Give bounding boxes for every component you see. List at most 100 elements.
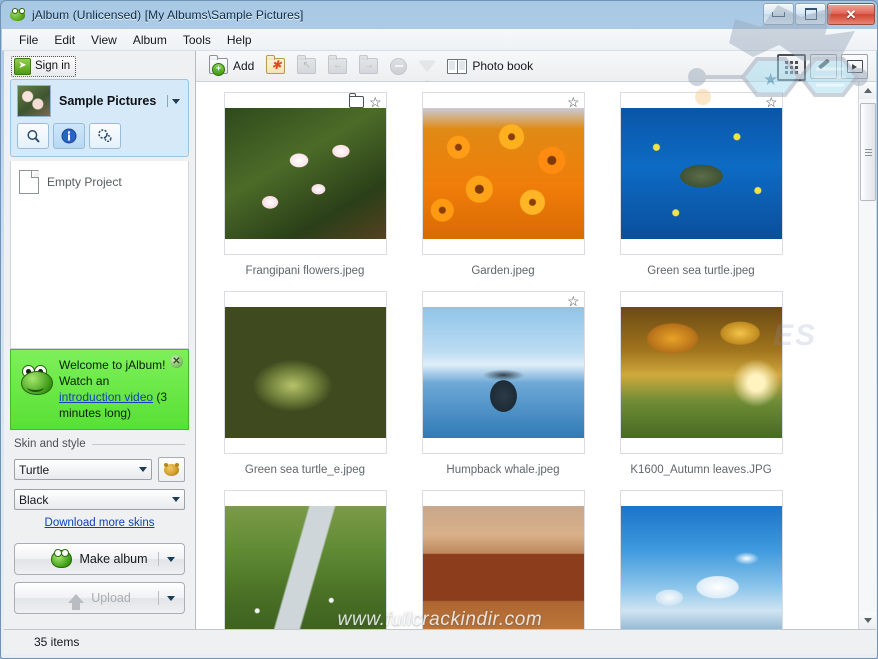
toolbar: + Add ✱ ↖ ← → Photo book <box>196 51 876 86</box>
list-item[interactable]: Empty Project <box>11 167 188 197</box>
info-button[interactable] <box>53 123 85 149</box>
folder-forward-button[interactable]: → <box>354 54 383 78</box>
jalbum-window: jAlbum (Unlicensed) [My Albums\Sample Pi… <box>0 0 878 659</box>
remove-button[interactable] <box>385 54 412 78</box>
list-item[interactable]: K1600_Autumn leaves.JPG <box>602 291 800 476</box>
sidebar: ➤ Sign in Sample Pictures Empty Project … <box>4 51 196 629</box>
menu-view[interactable]: View <box>83 31 125 49</box>
grid-icon <box>785 61 798 74</box>
star-icon[interactable]: ☆ <box>369 95 382 109</box>
album-dropdown-button[interactable] <box>167 95 182 107</box>
folder-up-button[interactable]: ↖ <box>292 54 321 78</box>
grid-view-button[interactable] <box>777 54 806 81</box>
download-more-skins-link[interactable]: Download more skins <box>14 517 185 529</box>
thumbnail-image <box>422 506 584 629</box>
folder-add-icon: + <box>209 55 228 76</box>
new-folder-button[interactable]: ✱ <box>261 54 290 78</box>
thumbnail-box[interactable] <box>619 291 783 454</box>
settings-button[interactable] <box>89 123 121 149</box>
signin-row: ➤ Sign in <box>4 51 195 78</box>
upload-arrow-icon <box>68 593 85 610</box>
star-icon[interactable]: ☆ <box>567 95 580 109</box>
view-mode-group <box>777 54 868 81</box>
triangle-up-icon <box>863 88 872 93</box>
slideshow-view-button[interactable] <box>841 54 868 79</box>
skin-and-style-section: Skin and style Turtle Black Download mor… <box>4 430 195 529</box>
folder-back-button[interactable]: ← <box>323 54 352 78</box>
grip-icon <box>864 148 872 156</box>
upload-button[interactable]: Upload <box>14 582 185 614</box>
status-bar: 35 items <box>4 629 876 654</box>
thumbnail-box[interactable]: ☆ <box>619 92 783 255</box>
thumbnail-box[interactable]: ☆ <box>223 92 387 255</box>
upload-label: Upload <box>91 591 131 605</box>
menu-file[interactable]: File <box>11 31 46 49</box>
minimize-button[interactable] <box>763 3 794 25</box>
scroll-up-button[interactable] <box>859 82 876 99</box>
thumbnail-box[interactable]: ☆ <box>421 291 585 454</box>
info-icon <box>61 128 77 144</box>
sign-in-button[interactable]: ➤ Sign in <box>11 55 77 77</box>
star-icon[interactable]: ☆ <box>765 95 778 109</box>
list-item[interactable]: Green sea turtle_e.jpeg <box>206 291 404 476</box>
close-button[interactable]: ✕ <box>827 3 875 25</box>
photo-book-button[interactable]: Photo book <box>442 54 538 78</box>
filter-button[interactable] <box>414 54 440 86</box>
list-item[interactable]: ☆ Garden.jpeg <box>404 92 602 277</box>
frog-icon <box>19 365 53 395</box>
list-item[interactable]: ☆ Green sea turtle.jpeg <box>602 92 800 277</box>
menu-tools[interactable]: Tools <box>175 31 219 49</box>
chevron-down-icon[interactable] <box>167 595 175 601</box>
thumbnail-grid: ☆ Frangipani flowers.jpeg ☆ Garden.jpeg … <box>196 82 858 629</box>
window-title: jAlbum (Unlicensed) [My Albums\Sample Pi… <box>32 8 304 22</box>
play-icon <box>846 60 863 73</box>
album-header: Sample Pictures <box>17 85 182 117</box>
chevron-down-icon[interactable] <box>167 556 175 562</box>
page-icon <box>19 170 39 194</box>
triangle-down-icon <box>863 618 872 623</box>
thumbnail-box[interactable] <box>223 490 387 629</box>
skin-select[interactable]: Turtle <box>14 459 152 480</box>
list-item[interactable] <box>404 490 602 629</box>
edit-view-button[interactable] <box>810 54 837 79</box>
style-select[interactable]: Black <box>14 489 185 510</box>
album-card: Sample Pictures <box>10 79 189 157</box>
style-row: Black <box>14 489 185 510</box>
close-icon[interactable]: ✕ <box>170 355 183 368</box>
turtle-icon <box>164 462 179 476</box>
chevron-down-icon <box>139 467 147 472</box>
scroll-down-button[interactable] <box>859 612 876 629</box>
thumbnail-image <box>422 307 584 438</box>
menu-help[interactable]: Help <box>219 31 260 49</box>
menu-album[interactable]: Album <box>125 31 175 49</box>
scrollbar-thumb[interactable] <box>860 103 876 201</box>
introduction-video-link[interactable]: introduction video <box>59 390 153 404</box>
maximize-icon <box>804 8 817 20</box>
list-item[interactable]: ☆ Humpback whale.jpeg <box>404 291 602 476</box>
maximize-button[interactable] <box>795 3 826 25</box>
scrollbar-track[interactable] <box>859 99 876 612</box>
menu-edit[interactable]: Edit <box>46 31 83 49</box>
star-icon[interactable]: ☆ <box>567 294 580 308</box>
list-item[interactable] <box>206 490 404 629</box>
folder-icon[interactable] <box>348 93 364 108</box>
skin-row: Turtle <box>14 457 185 482</box>
make-album-button[interactable]: Make album <box>14 543 185 575</box>
thumbnail-box[interactable] <box>223 291 387 454</box>
vertical-scrollbar[interactable] <box>858 82 876 629</box>
thumbnail-box[interactable] <box>619 490 783 629</box>
thumbnail-image <box>224 108 386 239</box>
style-value: Black <box>19 492 49 507</box>
chevron-down-icon <box>172 497 180 502</box>
thumbnail-box[interactable] <box>421 490 585 629</box>
thumbnail-label: Green sea turtle.jpeg <box>647 265 755 277</box>
main-body: ➤ Sign in Sample Pictures Empty Project … <box>4 51 876 629</box>
search-button[interactable] <box>17 123 49 149</box>
list-item[interactable] <box>602 490 800 629</box>
skin-preview-button[interactable] <box>158 457 185 482</box>
thumbnail-label: K1600_Autumn leaves.JPG <box>630 464 772 476</box>
add-button[interactable]: + Add <box>204 54 259 78</box>
list-item[interactable]: ☆ Frangipani flowers.jpeg <box>206 92 404 277</box>
thumbnail-box[interactable]: ☆ <box>421 92 585 255</box>
skin-value: Turtle <box>19 462 50 477</box>
